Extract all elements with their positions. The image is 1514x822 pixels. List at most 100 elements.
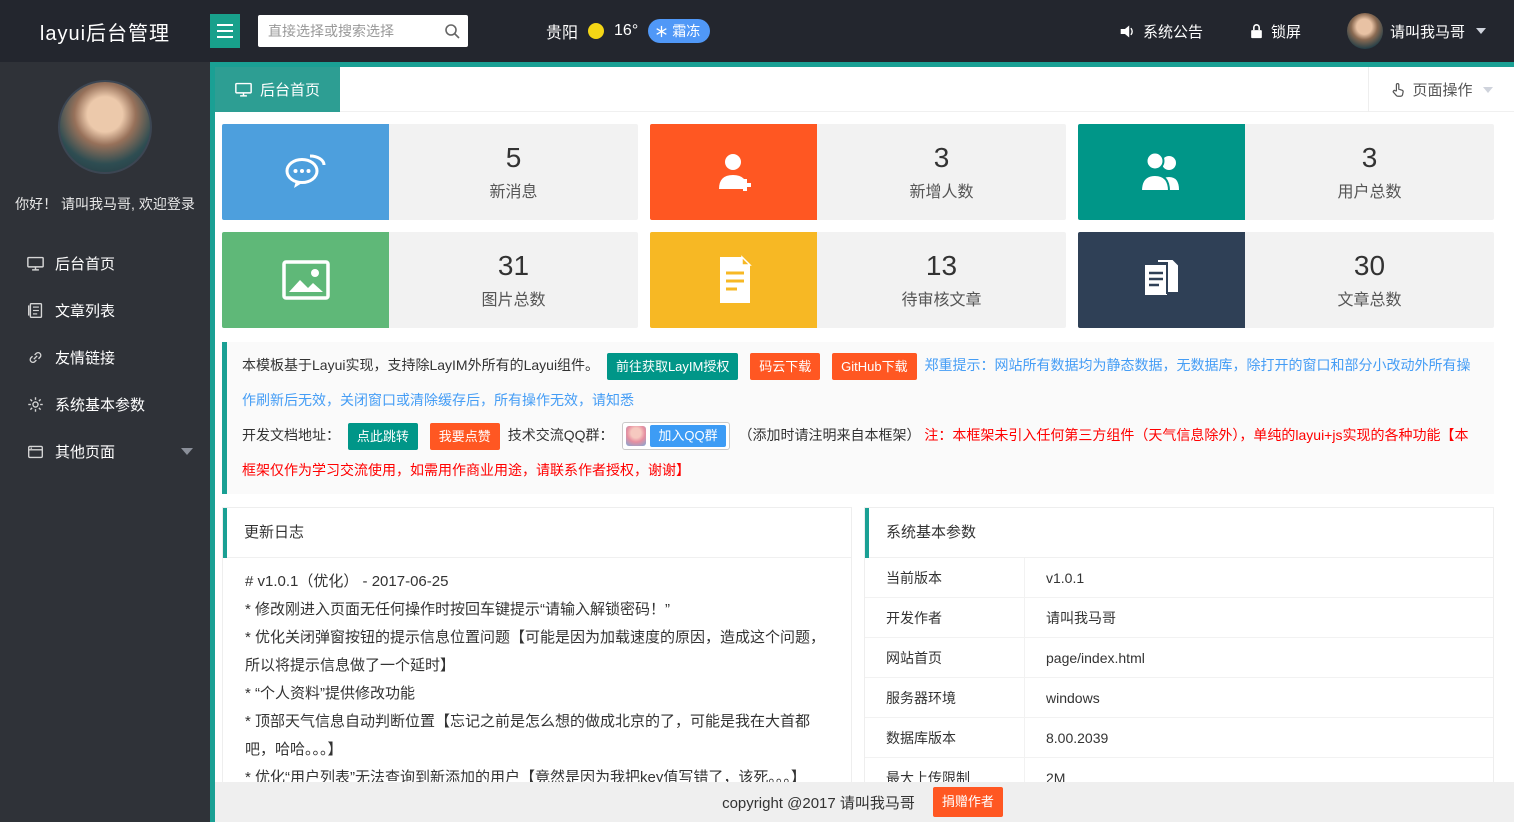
stat-card-pending-articles[interactable]: 13 待审核文章 [650,232,1066,328]
stat-label: 新增人数 [909,178,973,202]
chevron-down-icon [1476,28,1486,34]
sidebar-item-sysparams[interactable]: 系统基本参数 [0,381,210,428]
monitor-icon [27,255,44,272]
speaker-icon [1119,23,1136,40]
notice-block: 本模板基于Layui实现，支持除LayIM外所有的Layui组件。 前往获取La… [222,342,1494,494]
users-icon [1135,148,1189,196]
sidebar: 你好！ 请叫我马哥, 欢迎登录 后台首页 文章列表 [0,62,210,822]
user-avatar [1347,13,1383,49]
changelog-entry: * 修改刚进入页面无任何操作时按回车键提示“请输入解锁密码！” [245,596,829,624]
stat-value: 3 [1362,142,1378,174]
table-row: 网站首页 page/index.html [865,638,1493,678]
stat-card-new-messages[interactable]: 5 新消息 [222,124,638,220]
top-header: layui后台管理 贵阳 16° 霜冻 系统公告 [0,0,1514,62]
stat-value: 5 [506,142,522,174]
doc-address-label: 开发文档地址： [242,427,340,443]
main-area: 后台首页 页面操作 [210,62,1514,822]
monitor-icon [235,81,252,98]
stat-value: 3 [934,142,950,174]
system-announcement-button[interactable]: 系统公告 [1119,21,1203,42]
profile-avatar[interactable] [58,80,152,174]
hand-pointer-icon [1390,82,1406,98]
stat-card-total-articles[interactable]: 30 文章总数 [1078,232,1494,328]
stat-label: 新消息 [489,178,537,202]
stat-value: 13 [926,250,957,282]
layim-license-button[interactable]: 前往获取LayIM授权 [607,353,738,380]
username: 请叫我马哥 [1390,21,1465,42]
sysparams-title: 系统基本参数 [865,508,1493,558]
lock-screen-button[interactable]: 锁屏 [1249,21,1301,42]
gitee-download-button[interactable]: 码云下载 [750,353,820,380]
doc-jump-button[interactable]: 点此跳转 [348,423,418,450]
stat-label: 图片总数 [481,286,545,310]
donate-button[interactable]: 捐赠作者 [933,787,1003,817]
table-row: 服务器环境 windows [865,678,1493,718]
sidebar-item-home[interactable]: 后台首页 [0,240,210,287]
image-icon [280,258,332,302]
chat-icon [280,148,332,196]
sidebar-item-other-pages[interactable]: 其他页面 [0,428,210,475]
table-row: 当前版本 v1.0.1 [865,558,1493,598]
changelog-entry: * 顶部天气信息自动判断位置【忘记之前是怎么想的做成北京的了，可能是我在大首都吧… [245,708,829,764]
sun-icon [588,23,604,39]
pages-icon [27,443,44,460]
stat-cards: 5 新消息 3 新增人数 [222,124,1494,328]
qq-note: （添加时请注明来自本框架） [739,427,921,443]
github-download-button[interactable]: GitHub下载 [832,353,916,380]
stat-label: 用户总数 [1337,178,1401,202]
join-qq-group-button[interactable]: 加入QQ群 [622,422,729,450]
sysparams-panel: 系统基本参数 当前版本 v1.0.1 开发作者 请叫我马哥 网站首页 page/… [864,507,1494,796]
stat-value: 30 [1354,250,1385,282]
document-icon [712,255,756,305]
tab-bar: 后台首页 页面操作 [215,67,1514,112]
frost-icon [655,25,668,38]
menu-toggle-button[interactable] [210,14,240,48]
notice-intro: 本模板基于Layui实现，支持除LayIM外所有的Layui组件。 [242,357,599,373]
like-button[interactable]: 我要点赞 [430,423,500,450]
lock-icon [1249,23,1264,39]
qq-avatar-icon [626,426,646,446]
chevron-down-icon [1483,87,1493,93]
search-input[interactable] [258,15,468,47]
weather-city: 贵阳 [546,19,578,43]
weather-widget: 贵阳 16° 霜冻 [546,19,710,43]
article-icon [27,302,44,319]
stat-card-new-users[interactable]: 3 新增人数 [650,124,1066,220]
settings-icon [27,396,44,413]
table-row: 数据库版本 8.00.2039 [865,718,1493,758]
changelog-panel: 更新日志 # v1.0.1（优化） - 2017-06-25 * 修改刚进入页面… [222,507,852,796]
changelog-entry: * “个人资料”提供修改功能 [245,680,829,708]
link-icon [27,349,44,366]
search-icon[interactable] [443,22,461,40]
user-menu[interactable]: 请叫我马哥 [1347,13,1486,49]
page-actions-dropdown[interactable]: 页面操作 [1368,67,1514,112]
qq-group-label: 技术交流QQ群： [508,427,614,443]
changelog-body: # v1.0.1（优化） - 2017-06-25 * 修改刚进入页面无任何操作… [223,558,851,796]
weather-condition-badge: 霜冻 [648,19,710,43]
weather-temp: 16° [614,22,638,40]
welcome-text: 你好！ 请叫我马哥, 欢迎登录 [0,194,210,214]
changelog-entry: * 优化关闭弹窗按钮的提示信息位置问题【可能是因为加载速度的原因，造成这个问题，… [245,624,829,680]
stat-label: 文章总数 [1337,286,1401,310]
quick-search [258,15,468,47]
stat-card-total-users[interactable]: 3 用户总数 [1078,124,1494,220]
dashboard-content: 5 新消息 3 新增人数 [215,124,1514,796]
changelog-entry: # v1.0.1（优化） - 2017-06-25 [245,568,829,596]
user-add-icon [709,147,759,197]
sysparams-table: 当前版本 v1.0.1 开发作者 请叫我马哥 网站首页 page/index.h… [865,558,1493,796]
documents-icon [1137,255,1187,305]
app-title: layui后台管理 [0,17,210,46]
chevron-down-icon [181,448,193,455]
notice-line-1: 本模板基于Layui实现，支持除LayIM外所有的Layui组件。 前往获取La… [242,348,1479,418]
changelog-title: 更新日志 [223,508,851,558]
stat-label: 待审核文章 [901,286,981,310]
sidebar-item-articles[interactable]: 文章列表 [0,287,210,334]
footer: copyright @2017 请叫我马哥 捐赠作者 [215,782,1514,822]
copyright-text: copyright @2017 请叫我马哥 [722,792,915,813]
table-row: 开发作者 请叫我马哥 [865,598,1493,638]
stat-card-total-images[interactable]: 31 图片总数 [222,232,638,328]
notice-line-2: 开发文档地址： 点此跳转 我要点赞 技术交流QQ群： 加入QQ群 （添加时请注明… [242,418,1479,488]
stat-value: 31 [498,250,529,282]
tab-home[interactable]: 后台首页 [215,67,340,112]
sidebar-item-links[interactable]: 友情链接 [0,334,210,381]
